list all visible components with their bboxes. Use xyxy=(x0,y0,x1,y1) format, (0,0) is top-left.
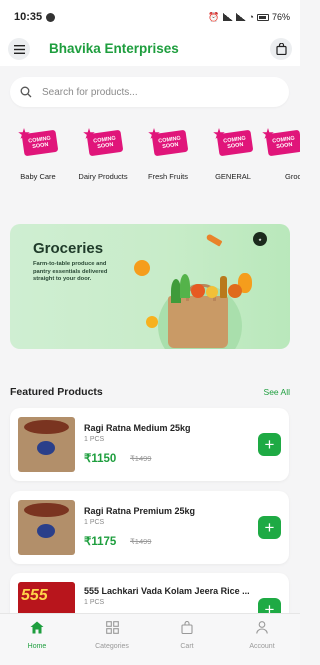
product-price: ₹1175 xyxy=(84,536,117,548)
person-icon xyxy=(256,621,268,634)
coming-soon-badge: COMING SOON xyxy=(213,128,254,157)
category-dairy-products[interactable]: COMING SOON Dairy Products xyxy=(68,128,138,181)
nav-home[interactable]: Home xyxy=(7,621,67,650)
app-title: Bhavika Enterprises xyxy=(49,41,179,56)
search-input[interactable] xyxy=(42,86,262,98)
nav-label: Cart xyxy=(180,643,194,650)
nav-label: Home xyxy=(27,643,47,650)
brand-logo: ★ xyxy=(253,232,267,246)
menu-button[interactable] xyxy=(8,38,30,60)
app-bar: Bhavika Enterprises xyxy=(0,34,300,66)
search-bar[interactable] xyxy=(10,77,289,107)
orange-image xyxy=(134,260,150,276)
coming-soon-badge: COMING SOON xyxy=(148,128,189,157)
add-to-cart-button[interactable]: + xyxy=(258,516,281,539)
carrot-image xyxy=(205,233,223,247)
category-general[interactable]: COMING SOON GENERAL xyxy=(198,128,268,181)
product-card[interactable]: Ragi Ratna Premium 25kg 1 PCS ₹1175 ₹149… xyxy=(10,491,289,564)
status-icons: ⏰ ◔ 76% xyxy=(208,12,290,23)
product-mrp: ₹1499 xyxy=(130,537,152,546)
banner-description: Farm-to-table produce and pantry essenti… xyxy=(33,261,108,282)
category-label: GENERAL xyxy=(215,172,251,181)
product-name: Ragi Ratna Medium 25kg xyxy=(84,423,191,433)
alarm-icon: ⏰ xyxy=(208,11,220,22)
nav-label: Categories xyxy=(95,643,129,650)
category-label: Groc xyxy=(285,172,300,181)
grid-icon xyxy=(105,621,119,634)
product-card[interactable]: Ragi Ratna Medium 25kg 1 PCS ₹1150 ₹1499… xyxy=(10,408,289,481)
status-time: 10:35 xyxy=(14,11,43,23)
product-unit: 1 PCS xyxy=(84,436,105,443)
menu-icon xyxy=(13,44,25,54)
nav-categories[interactable]: Categories xyxy=(82,621,142,650)
nav-account[interactable]: Account xyxy=(232,621,292,650)
nav-cart[interactable]: Cart xyxy=(157,620,217,650)
category-groceries[interactable]: COMING SOON Groc xyxy=(262,128,300,181)
featured-products-title: Featured Products xyxy=(10,386,103,398)
wifi-icon: ◔ xyxy=(248,12,254,22)
plus-icon: + xyxy=(264,435,275,454)
category-label: Dairy Products xyxy=(78,172,128,181)
category-row: COMING SOON Baby Care COMING SOON Dairy Pr… xyxy=(0,128,300,188)
product-image xyxy=(18,500,75,555)
product-price: ₹1150 xyxy=(84,453,117,465)
product-mrp: ₹1499 xyxy=(130,454,152,463)
add-to-cart-button[interactable]: + xyxy=(258,433,281,456)
status-bar: 10:35 ⏰ ◔ 76% xyxy=(0,0,300,34)
product-unit: 1 PCS xyxy=(84,599,105,606)
coming-soon-badge: COMING SOON xyxy=(18,128,59,157)
home-icon xyxy=(30,621,44,634)
nav-label: Account xyxy=(249,643,275,650)
see-all-link[interactable]: See All xyxy=(264,387,290,397)
signal-icon xyxy=(222,13,233,21)
cart-button[interactable] xyxy=(270,38,292,60)
product-name: 555 Lachkari Vada Kolam Jeera Rice ... xyxy=(84,586,250,596)
search-icon xyxy=(20,86,32,98)
shopping-bag-icon xyxy=(275,43,287,55)
bottom-navigation: Home Categories Cart Account xyxy=(0,613,300,665)
coming-soon-badge: COMING SOON xyxy=(262,128,300,157)
product-image xyxy=(18,417,75,472)
notification-icon xyxy=(46,12,56,22)
signal-icon xyxy=(235,13,246,21)
promo-banner[interactable]: Groceries Farm-to-table produce and pant… xyxy=(10,224,290,349)
bag-icon xyxy=(181,620,193,635)
product-name: Ragi Ratna Premium 25kg xyxy=(84,506,196,516)
product-unit: 1 PCS xyxy=(84,519,105,526)
battery-icon xyxy=(256,13,269,21)
plus-icon: + xyxy=(264,518,275,537)
category-label: Baby Care xyxy=(20,172,56,181)
grocery-bag-image xyxy=(168,284,228,348)
category-fresh-fruits[interactable]: COMING SOON Fresh Fruits xyxy=(133,128,203,181)
battery-percent: 76% xyxy=(271,12,290,22)
coming-soon-badge: COMING SOON xyxy=(83,128,124,157)
banner-title: Groceries xyxy=(33,240,104,257)
category-baby-care[interactable]: COMING SOON Baby Care xyxy=(3,128,73,181)
category-label: Fresh Fruits xyxy=(147,172,188,181)
